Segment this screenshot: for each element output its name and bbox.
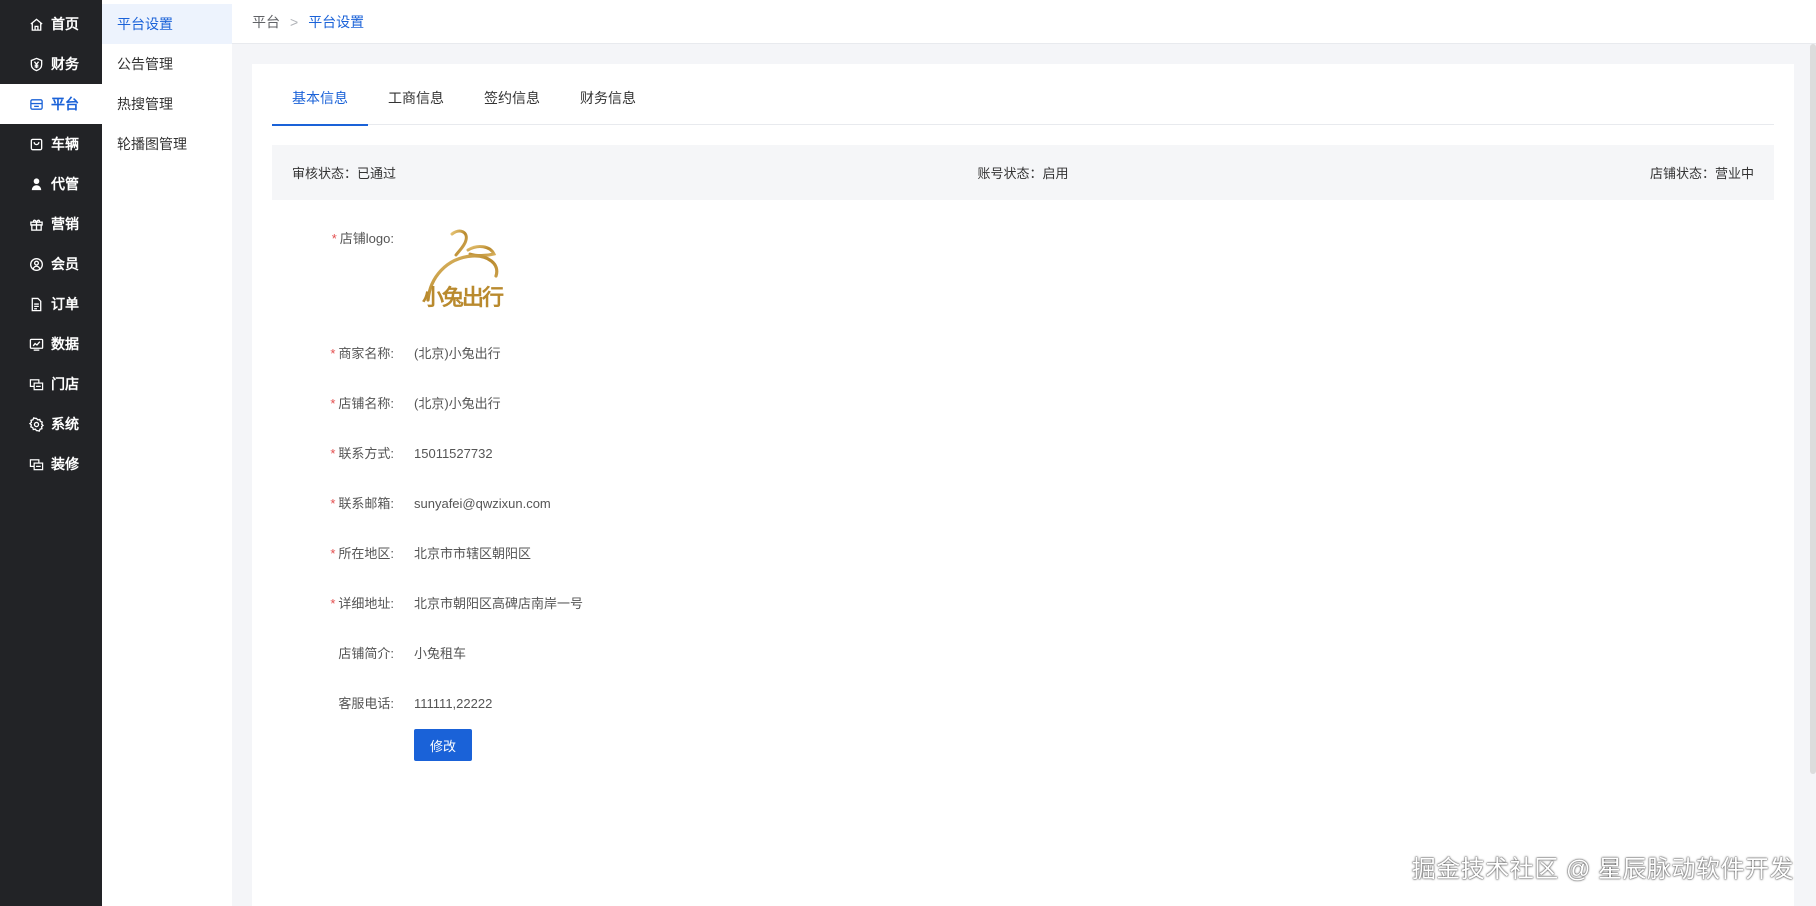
form-label: * 所在地区: bbox=[330, 546, 394, 561]
store-icon bbox=[28, 96, 44, 112]
address-value: 北京市朝阳区高碑店南岸一号 bbox=[414, 596, 584, 611]
breadcrumb-root[interactable]: 平台 bbox=[252, 12, 280, 32]
nav-item-order[interactable]: 订单 bbox=[0, 284, 102, 324]
nav-item-label: 首页 bbox=[51, 16, 79, 32]
nav-item-system[interactable]: 系统 bbox=[0, 404, 102, 444]
order-icon bbox=[28, 296, 44, 312]
required-mark: * bbox=[330, 596, 336, 611]
form-row-logo: * 店铺logo: 小兔出行 bbox=[272, 229, 1774, 345]
form-label: * 商家名称: bbox=[330, 346, 394, 361]
nav-item-member[interactable]: 会员 bbox=[0, 244, 102, 284]
yuan-icon bbox=[28, 56, 44, 72]
required-mark: * bbox=[330, 496, 336, 511]
nav-item-label: 数据 bbox=[51, 336, 79, 352]
contact-phone-value: 15011527732 bbox=[414, 446, 493, 461]
main-card: 基本信息 工商信息 签约信息 财务信息 审核状态：已通过 账号状态：启用 店铺状… bbox=[252, 64, 1794, 906]
form-row-store-intro: 店铺简介: 小兔租车 bbox=[272, 645, 1774, 695]
tab-business-info[interactable]: 工商信息 bbox=[368, 88, 464, 125]
nav-item-store[interactable]: 门店 bbox=[0, 364, 102, 404]
home-icon bbox=[28, 16, 44, 32]
nav-item-label: 系统 bbox=[51, 416, 79, 432]
form-label: * 详细地址: bbox=[330, 596, 394, 611]
nav-item-label: 代管 bbox=[51, 176, 79, 192]
decor-icon bbox=[28, 456, 44, 472]
form-label: 店铺简介: bbox=[338, 646, 394, 661]
shop-icon bbox=[28, 376, 44, 392]
tab-contract-info[interactable]: 签约信息 bbox=[464, 88, 560, 125]
form-label: * 联系邮箱: bbox=[330, 496, 394, 511]
primary-sidebar: 首页 财务 平台 车辆 代管 营销 会员 订单 数据 门店 系统 装修 bbox=[0, 0, 102, 906]
tab-finance-info[interactable]: 财务信息 bbox=[560, 88, 656, 125]
form-row-contact-phone: * 联系方式: 15011527732 bbox=[272, 445, 1774, 495]
member-icon bbox=[28, 256, 44, 272]
merchant-name-value: (北京)小兔出行 bbox=[414, 346, 501, 361]
store-name-value: (北京)小兔出行 bbox=[414, 396, 501, 411]
form-label: 客服电话: bbox=[338, 696, 394, 711]
nav-item-marketing[interactable]: 营销 bbox=[0, 204, 102, 244]
nav-item-label: 平台 bbox=[51, 96, 79, 112]
store-intro-value: 小兔租车 bbox=[414, 646, 467, 661]
nav-item-home[interactable]: 首页 bbox=[0, 4, 102, 44]
required-mark: * bbox=[330, 396, 336, 411]
tab-basic-info[interactable]: 基本信息 bbox=[272, 88, 368, 126]
car-icon bbox=[28, 136, 44, 152]
required-mark: * bbox=[330, 346, 336, 361]
chart-icon bbox=[28, 336, 44, 352]
breadcrumb-separator: > bbox=[290, 13, 299, 30]
nav-item-finance[interactable]: 财务 bbox=[0, 44, 102, 84]
nav-item-label: 车辆 bbox=[51, 136, 79, 152]
tab-bar: 基本信息 工商信息 签约信息 财务信息 bbox=[272, 64, 1774, 126]
subnav-item-announcements[interactable]: 公告管理 bbox=[102, 44, 232, 84]
form-label: * 店铺名称: bbox=[330, 396, 394, 411]
subnav-item-hot-search[interactable]: 热搜管理 bbox=[102, 84, 232, 124]
form-row-store-name: * 店铺名称: (北京)小兔出行 bbox=[272, 395, 1774, 445]
logo-text: 小兔出行 bbox=[422, 285, 504, 311]
store-info-form: * 店铺logo: 小兔出行 * 商家名称: (北京)小兔出行 * 店铺名称: … bbox=[272, 229, 1774, 779]
form-label: * 店铺logo: bbox=[331, 231, 394, 246]
page-scrollbar[interactable] bbox=[1810, 44, 1816, 774]
watermark: 掘金技术社区 @ 星辰脉动软件开发 bbox=[1411, 856, 1794, 883]
form-row-merchant-name: * 商家名称: (北京)小兔出行 bbox=[272, 345, 1774, 395]
nav-item-label: 会员 bbox=[51, 256, 79, 272]
status-bar: 审核状态：已通过 账号状态：启用 店铺状态：营业中 bbox=[272, 145, 1774, 200]
nav-item-label: 财务 bbox=[51, 56, 79, 72]
agent-icon bbox=[28, 176, 44, 192]
secondary-sidebar: 平台设置 公告管理 热搜管理 轮播图管理 bbox=[102, 0, 232, 906]
nav-item-data[interactable]: 数据 bbox=[0, 324, 102, 364]
gear-icon bbox=[28, 416, 44, 432]
nav-item-decoration[interactable]: 装修 bbox=[0, 444, 102, 484]
nav-item-platform[interactable]: 平台 bbox=[0, 84, 102, 124]
breadcrumb: 平台 > 平台设置 bbox=[232, 0, 1816, 44]
nav-item-label: 装修 bbox=[51, 456, 79, 472]
store-logo: 小兔出行 bbox=[414, 222, 514, 322]
edit-button[interactable]: 修改 bbox=[414, 729, 472, 761]
subnav-item-platform-settings[interactable]: 平台设置 bbox=[102, 4, 232, 44]
store-status: 店铺状态：营业中 bbox=[1649, 166, 1754, 181]
nav-item-vehicle[interactable]: 车辆 bbox=[0, 124, 102, 164]
form-row-contact-email: * 联系邮箱: sunyafei@qwzixun.com bbox=[272, 495, 1774, 545]
form-row-region: * 所在地区: 北京市市辖区朝阳区 bbox=[272, 545, 1774, 595]
subnav-item-banners[interactable]: 轮播图管理 bbox=[102, 124, 232, 164]
nav-item-label: 订单 bbox=[51, 296, 79, 312]
form-label: * 联系方式: bbox=[330, 446, 394, 461]
required-mark: * bbox=[331, 231, 337, 246]
audit-status: 审核状态：已通过 bbox=[292, 166, 397, 181]
account-status: 账号状态：启用 bbox=[977, 166, 1069, 181]
nav-item-label: 营销 bbox=[51, 216, 79, 232]
required-mark: * bbox=[330, 446, 336, 461]
gift-icon bbox=[28, 216, 44, 232]
breadcrumb-current: 平台设置 bbox=[308, 13, 365, 30]
service-phone-value: 111111,22222 bbox=[414, 696, 493, 711]
contact-email-value: sunyafei@qwzixun.com bbox=[414, 496, 551, 511]
region-value: 北京市市辖区朝阳区 bbox=[414, 546, 532, 561]
required-mark: * bbox=[330, 546, 336, 561]
form-row-actions: 修改 bbox=[272, 729, 1774, 779]
nav-item-custody[interactable]: 代管 bbox=[0, 164, 102, 204]
nav-item-label: 门店 bbox=[51, 376, 79, 392]
form-row-address: * 详细地址: 北京市朝阳区高碑店南岸一号 bbox=[272, 595, 1774, 645]
